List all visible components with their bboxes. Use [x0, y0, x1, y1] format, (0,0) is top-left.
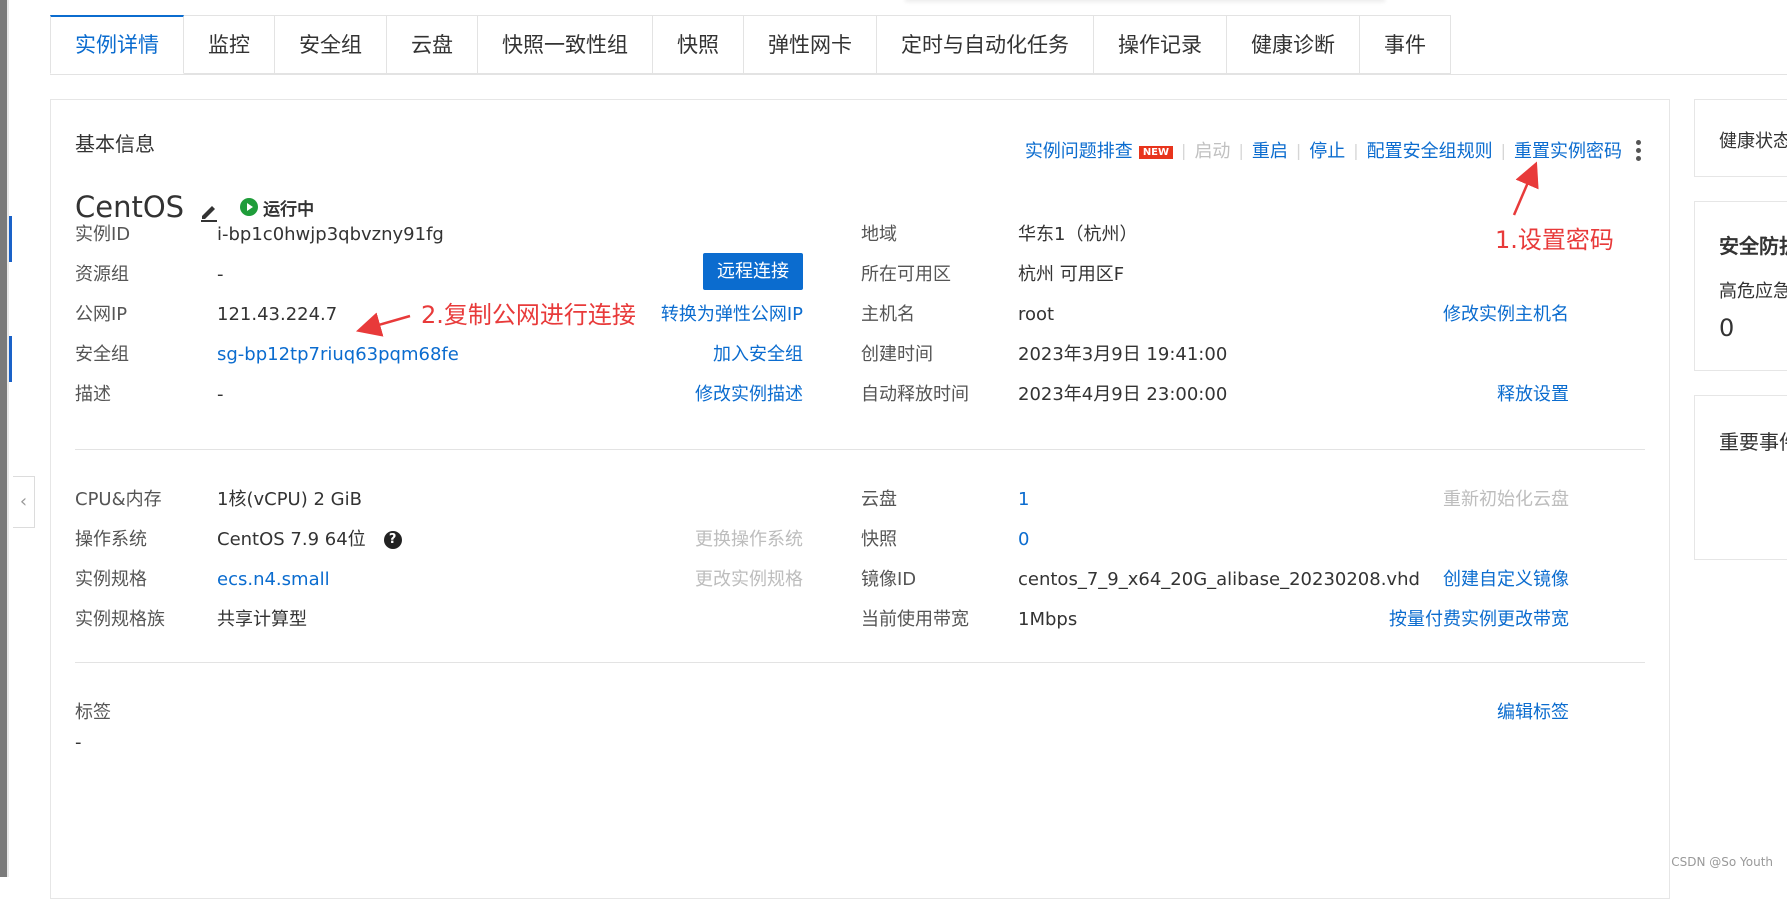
arrow-step1 — [1512, 161, 1539, 216]
health-panel: 健康状态 — [1694, 99, 1787, 177]
annotation-step2: 2.复制公网进行连接 — [421, 301, 636, 329]
high-risk-count: 0 — [1719, 314, 1735, 342]
security-title: 安全防护 — [1719, 234, 1787, 258]
security-panel: 安全防护 高危应急 0 — [1694, 201, 1787, 371]
high-risk-label: 高危应急 — [1719, 281, 1787, 302]
health-title: 健康状态 — [1719, 131, 1787, 152]
events-title: 重要事件 — [1719, 430, 1787, 454]
arrow-step2 — [355, 312, 411, 337]
annotation-step1: 1.设置密码 — [1495, 226, 1614, 254]
annotation-arrows — [355, 161, 1539, 337]
watermark: CSDN @So Youth — [1671, 855, 1773, 869]
events-panel: 重要事件 — [1694, 395, 1787, 560]
